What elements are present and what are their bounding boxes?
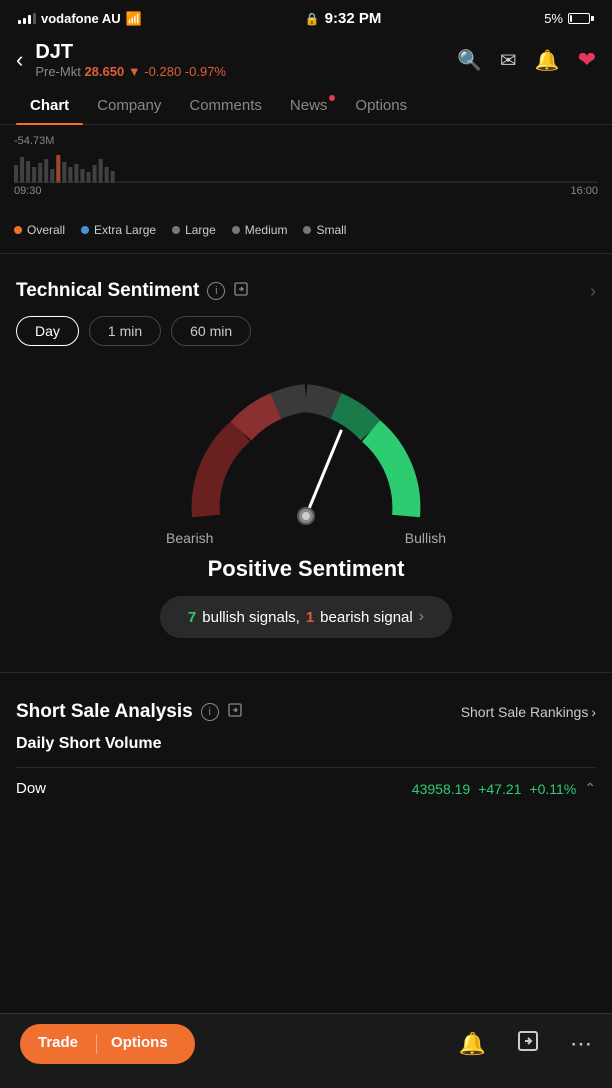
tab-news[interactable]: News (276, 87, 342, 124)
sentiment-header: Technical Sentiment i › (16, 280, 596, 302)
chart-y-label: -54.73M (0, 135, 612, 147)
status-left: vodafone AU 📶 (18, 11, 142, 27)
bottom-toolbar: Trade Options 🔔 ⋯ (0, 1013, 612, 1088)
legend-label-small: Small (316, 223, 346, 237)
tab-options[interactable]: Options (341, 87, 421, 124)
news-notification-dot (329, 95, 335, 101)
signal-bars (18, 13, 36, 24)
bullish-label: Bullish (405, 530, 446, 546)
wifi-icon: 📶 (126, 11, 142, 27)
mail-icon[interactable]: ✉ (500, 48, 517, 73)
trade-label[interactable]: Trade (20, 1034, 96, 1054)
trade-options-button[interactable]: Trade Options (20, 1024, 195, 1064)
time-buttons: Day 1 min 60 min (16, 316, 596, 346)
status-bar: vodafone AU 📶 🔒 9:32 PM 5% (0, 0, 612, 33)
time-btn-1min[interactable]: 1 min (89, 316, 161, 346)
favorite-icon[interactable]: ❤ (578, 47, 596, 73)
pre-market-info: Pre-Mkt 28.650 ▼ -0.280 -0.97% (35, 64, 457, 79)
battery-level: 5% (544, 11, 563, 26)
daily-short-volume-label: Daily Short Volume (16, 735, 596, 753)
dow-pct: +0.11% (529, 781, 576, 797)
chart-x-labels: 09:30 16:00 (0, 183, 612, 199)
legend-overall: Overall (14, 223, 65, 237)
ticker-symbol: DJT (35, 41, 457, 64)
dow-name: Dow (16, 780, 404, 797)
short-sale-title: Short Sale Analysis (16, 701, 193, 723)
header-info: DJT Pre-Mkt 28.650 ▼ -0.280 -0.97% (35, 41, 457, 79)
header-icons: 🔍 ✉ 🔔 ❤ (457, 47, 596, 73)
legend-label-overall: Overall (27, 223, 65, 237)
divider-1 (0, 253, 612, 254)
gauge-labels: Bearish Bullish (166, 530, 446, 546)
bullish-text: bullish signals, (202, 609, 300, 626)
time-btn-60min[interactable]: 60 min (171, 316, 251, 346)
bullish-count: 7 (188, 609, 196, 626)
nav-tabs: Chart Company Comments News Options (0, 87, 612, 125)
legend-small: Small (303, 223, 346, 237)
bell-icon[interactable]: 🔔 (459, 1031, 486, 1057)
legend-label-large: Large (185, 223, 216, 237)
lock-icon: 🔒 (305, 12, 320, 26)
tab-comments[interactable]: Comments (175, 87, 276, 124)
short-sale-header: Short Sale Analysis i Short Sale Ranking… (16, 701, 596, 723)
dow-row: Dow 43958.19 +47.21 +0.11% ⌃ (16, 767, 596, 809)
legend-dot-overall (14, 226, 22, 234)
gauge-container: Bearish Bullish Positive Sentiment 7 bul… (16, 366, 596, 654)
status-center: 🔒 9:32 PM (305, 10, 382, 27)
legend-label-medium: Medium (245, 223, 288, 237)
chart-line-container (0, 147, 612, 183)
tab-chart[interactable]: Chart (16, 87, 83, 124)
technical-sentiment-section: Technical Sentiment i › Day 1 min 60 min (0, 262, 612, 664)
time-btn-day[interactable]: Day (16, 316, 79, 346)
sentiment-share-icon[interactable] (233, 281, 249, 302)
chart-area: -54.73M 09:30 16:00 (0, 125, 612, 215)
short-sale-share-icon[interactable] (227, 702, 243, 723)
notifications-icon[interactable]: 🔔 (535, 48, 560, 73)
divider-2 (0, 672, 612, 673)
search-icon[interactable]: 🔍 (457, 48, 482, 73)
short-sale-rankings-link[interactable]: Short Sale Rankings › (461, 704, 596, 720)
bearish-count: 1 (306, 609, 314, 626)
more-icon[interactable]: ⋯ (570, 1031, 592, 1057)
chart-x-end: 16:00 (570, 185, 598, 197)
rankings-chevron-icon: › (591, 704, 596, 720)
dow-change: +47.21 (478, 781, 521, 797)
chart-legend: Overall Extra Large Large Medium Small (0, 215, 612, 245)
battery-icon (568, 13, 594, 24)
bearish-label: Bearish (166, 530, 213, 546)
sentiment-title: Technical Sentiment (16, 280, 199, 302)
chart-svg (14, 147, 598, 183)
short-sale-section: Short Sale Analysis i Short Sale Ranking… (0, 681, 612, 819)
options-label[interactable]: Options (97, 1034, 182, 1054)
legend-dot-small (303, 226, 311, 234)
header: ‹ DJT Pre-Mkt 28.650 ▼ -0.280 -0.97% 🔍 ✉… (0, 33, 612, 87)
bearish-text: bearish signal (320, 609, 413, 626)
export-icon[interactable] (516, 1029, 540, 1059)
chart-x-start: 09:30 (14, 185, 42, 197)
legend-dot-medium (232, 226, 240, 234)
gauge-svg (166, 376, 446, 526)
legend-dot-extralarge (81, 226, 89, 234)
legend-extralarge: Extra Large (81, 223, 156, 237)
legend-label-extralarge: Extra Large (94, 223, 156, 237)
legend-large: Large (172, 223, 216, 237)
sentiment-info-icon[interactable]: i (207, 282, 225, 300)
back-button[interactable]: ‹ (16, 47, 23, 73)
status-right: 5% (544, 11, 594, 26)
legend-medium: Medium (232, 223, 288, 237)
signals-button[interactable]: 7 bullish signals, 1 bearish signal › (160, 596, 452, 638)
status-time: 9:32 PM (325, 10, 382, 27)
signals-arrow-icon: › (419, 608, 424, 626)
dow-chevron-icon: ⌃ (584, 780, 596, 797)
sentiment-result-label: Positive Sentiment (208, 556, 405, 582)
carrier-label: vodafone AU (41, 11, 121, 26)
legend-dot-large (172, 226, 180, 234)
sentiment-chevron-right[interactable]: › (590, 281, 596, 302)
dow-price: 43958.19 (412, 781, 470, 797)
gauge-wrapper (166, 376, 446, 526)
tab-company[interactable]: Company (83, 87, 175, 124)
short-sale-info-icon[interactable]: i (201, 703, 219, 721)
